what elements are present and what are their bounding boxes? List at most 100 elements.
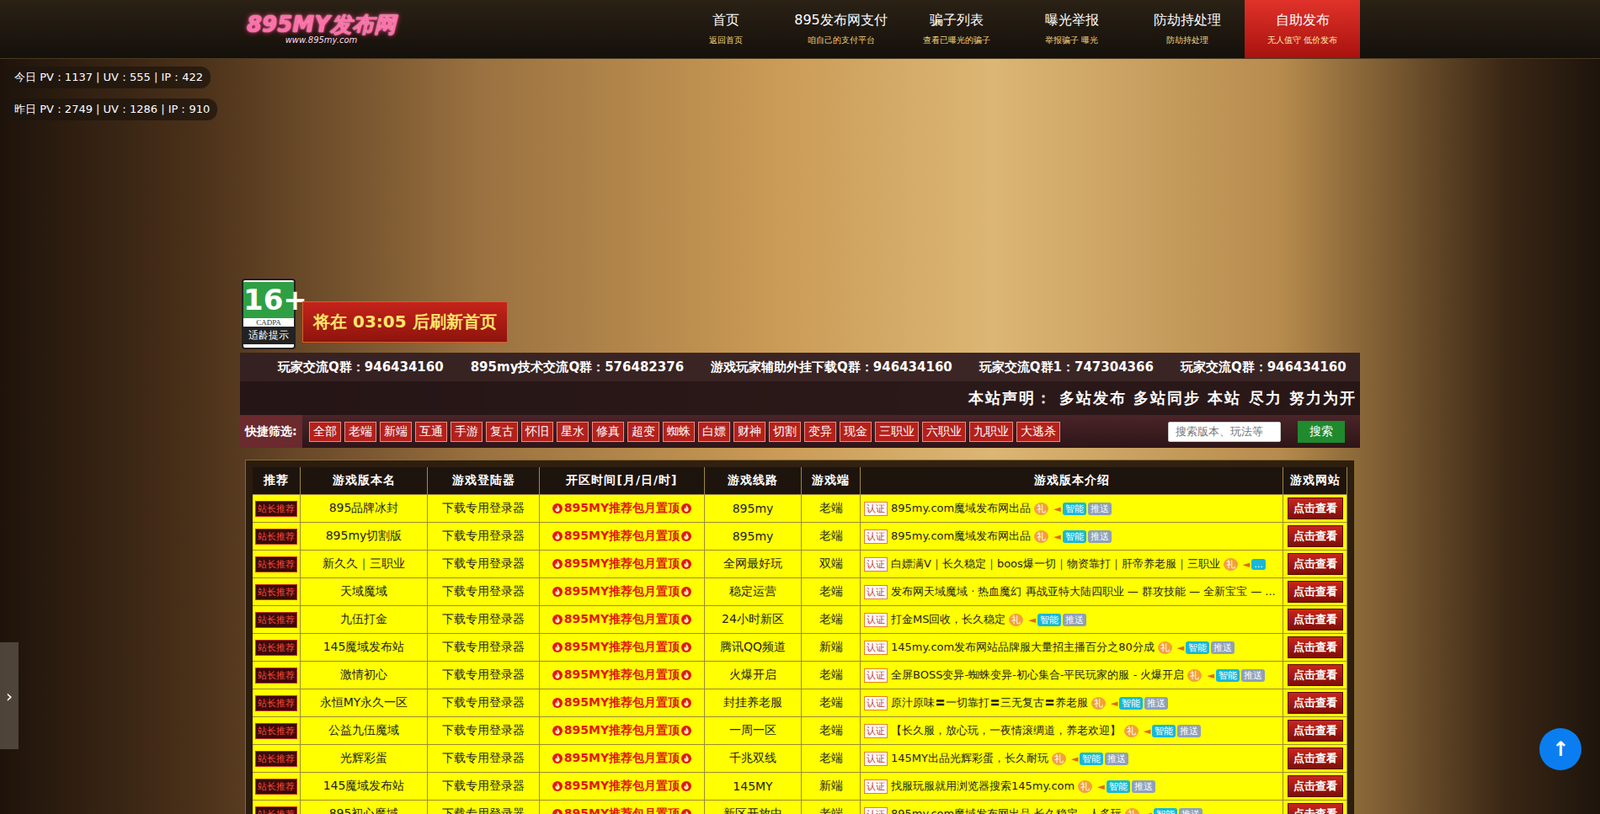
filter-chips: 全部老端新端互通手游复古怀旧星水修真超变蜘蛛白嫖财神切割变异现金三职业六职业九职… xyxy=(309,421,1162,443)
verified-tag: 认证 xyxy=(864,557,888,572)
table-row[interactable]: 站长推荐145魔域发布站下载专用登录器895MY推荐包月置顶145MY新端认证找… xyxy=(252,773,1348,801)
filter-chip[interactable]: 九职业 xyxy=(969,421,1014,443)
recommend-badge: 站长推荐 xyxy=(255,640,298,656)
view-button[interactable]: 点击查看 xyxy=(1287,803,1344,814)
qq-group[interactable]: 玩家交流Q群1：747304366 xyxy=(979,359,1154,376)
filter-chip[interactable]: 修真 xyxy=(592,421,624,443)
fire-icon xyxy=(552,725,563,736)
view-button[interactable]: 点击查看 xyxy=(1287,581,1344,603)
line-cell: 全网最好玩 xyxy=(704,550,802,579)
launcher-cell[interactable]: 下载专用登录器 xyxy=(427,550,540,579)
action-cell: 点击查看 xyxy=(1283,606,1348,635)
intro-cell: 认证白嫖满V｜长久稳定｜boos爆一切｜物资靠打｜肝帝养老服｜三职业礼◄... xyxy=(860,550,1284,579)
view-button[interactable]: 点击查看 xyxy=(1287,553,1344,576)
filter-chip[interactable]: 全部 xyxy=(309,421,342,443)
view-button[interactable]: 点击查看 xyxy=(1287,747,1344,770)
qq-group[interactable]: 895my技术交流Q群：576482376 xyxy=(470,359,684,376)
table-row[interactable]: 站长推荐激情初心下载专用登录器895MY推荐包月置顶火爆开启老端认证全屏BOSS… xyxy=(252,661,1348,690)
launcher-cell[interactable]: 下载专用登录器 xyxy=(427,661,540,690)
table-row[interactable]: 站长推荐九伍打金下载专用登录器895MY推荐包月置顶24小时新区老端认证打金MS… xyxy=(252,606,1348,635)
filter-chip[interactable]: 怀旧 xyxy=(521,421,554,443)
view-button[interactable]: 点击查看 xyxy=(1287,608,1344,631)
qq-group[interactable]: 游戏玩家辅助外挂下载Q群：946434160 xyxy=(710,359,953,376)
time-cell: 895MY推荐包月置顶 xyxy=(539,634,705,662)
intro-cell: 认证145my.com发布网站品牌服大量招主播百分之80分成礼◄智能推送 xyxy=(860,634,1284,662)
filter-chip[interactable]: 新端 xyxy=(379,421,412,443)
fire-icon xyxy=(552,586,563,598)
feature-tag: 智能 xyxy=(1037,613,1062,627)
client-cell: 老端 xyxy=(801,578,861,607)
launcher-cell[interactable]: 下载专用登录器 xyxy=(427,606,540,635)
view-button[interactable]: 点击查看 xyxy=(1287,720,1344,742)
back-to-top-button[interactable]: ↑ xyxy=(1539,728,1582,771)
table-row[interactable]: 站长推荐永恒MY永久一区下载专用登录器895MY推荐包月置顶封挂养老服老端认证原… xyxy=(252,689,1348,718)
qq-group[interactable]: 玩家交流Q群：946434160 xyxy=(277,359,444,376)
launcher-cell[interactable]: 下载专用登录器 xyxy=(427,717,540,746)
filter-chip[interactable]: 变异 xyxy=(804,421,837,443)
view-button[interactable]: 点击查看 xyxy=(1287,636,1344,659)
launcher-cell[interactable]: 下载专用登录器 xyxy=(427,522,540,551)
filter-chip[interactable]: 互通 xyxy=(415,421,448,443)
filter-chip[interactable]: 超变 xyxy=(627,421,660,443)
search-input[interactable] xyxy=(1168,421,1281,443)
name-cell: 公益九伍魔域 xyxy=(300,717,428,746)
filter-chip[interactable]: 大逃杀 xyxy=(1016,421,1061,443)
filter-chip[interactable]: 白嫖 xyxy=(698,421,731,443)
fire-icon xyxy=(681,725,692,736)
table-row[interactable]: 站长推荐天域魔域下载专用登录器895MY推荐包月置顶稳定运营老端认证发布网天域魔… xyxy=(252,578,1348,607)
feature-tag: 推送 xyxy=(1088,530,1112,544)
verified-tag: 认证 xyxy=(864,807,888,814)
nav-item[interactable]: 防劫持处理防劫持处理 xyxy=(1129,0,1245,59)
table-row[interactable]: 站长推荐光辉彩蛋下载专用登录器895MY推荐包月置顶千兆双线老端认证145MY出… xyxy=(252,745,1348,774)
filter-chip[interactable]: 六职业 xyxy=(922,421,966,443)
side-drawer-tab[interactable]: › xyxy=(0,642,19,750)
filter-chip[interactable]: 星水 xyxy=(556,421,589,443)
table-row[interactable]: 站长推荐895初心魔域下载专用登录器895MY推荐包月置顶新区开放中老端认证89… xyxy=(252,800,1348,814)
table-row[interactable]: 站长推荐新久久｜三职业下载专用登录器895MY推荐包月置顶全网最好玩双端认证白嫖… xyxy=(252,550,1348,579)
time-text: 895MY推荐包月置顶 xyxy=(564,806,680,814)
search-button[interactable]: 搜索 xyxy=(1297,421,1345,443)
server-table-frame: 推荐游戏版本名游戏登陆器开区时间[月/日/时]游戏线路游戏端游戏版本介绍游戏网站… xyxy=(245,459,1355,814)
feature-tag: 推送 xyxy=(1178,808,1203,814)
filter-chip[interactable]: 切割 xyxy=(768,421,801,443)
filter-chip[interactable]: 蜘蛛 xyxy=(662,421,695,443)
view-button[interactable]: 点击查看 xyxy=(1287,692,1344,715)
site-logo[interactable]: 895MY发布网www.895my.com xyxy=(240,13,396,46)
table-row[interactable]: 站长推荐895my切割版下载专用登录器895MY推荐包月置顶895my老端认证8… xyxy=(252,522,1348,551)
client-cell: 老端 xyxy=(801,745,861,774)
filter-chip[interactable]: 复古 xyxy=(485,421,518,443)
time-text: 895MY推荐包月置顶 xyxy=(564,778,680,795)
launcher-cell[interactable]: 下载专用登录器 xyxy=(427,800,540,814)
view-button[interactable]: 点击查看 xyxy=(1287,497,1344,520)
filter-chip[interactable]: 现金 xyxy=(839,421,872,443)
nav-subtitle: 举报骗子 曝光 xyxy=(1045,34,1099,47)
nav-item[interactable]: 首页返回首页 xyxy=(667,0,784,59)
table-row[interactable]: 站长推荐公益九伍魔域下载专用登录器895MY推荐包月置顶一周一区老端认证【长久服… xyxy=(252,717,1348,746)
line-cell: 一周一区 xyxy=(704,717,802,746)
table-row[interactable]: 站长推荐895品牌冰封下载专用登录器895MY推荐包月置顶895my老端认证89… xyxy=(252,495,1348,523)
nav-item[interactable]: 骗子列表查看已曝光的骗子 xyxy=(898,0,1014,59)
launcher-cell[interactable]: 下载专用登录器 xyxy=(427,689,540,718)
filter-chip[interactable]: 财神 xyxy=(733,421,766,443)
qq-group[interactable]: 玩家交流Q群：946434160 xyxy=(1180,359,1347,376)
view-button[interactable]: 点击查看 xyxy=(1287,664,1344,687)
filter-chip[interactable]: 老端 xyxy=(344,421,377,443)
launcher-cell[interactable]: 下载专用登录器 xyxy=(427,578,540,607)
action-cell: 点击查看 xyxy=(1283,634,1348,662)
view-button[interactable]: 点击查看 xyxy=(1287,775,1344,798)
launcher-cell[interactable]: 下载专用登录器 xyxy=(427,773,540,801)
launcher-cell[interactable]: 下载专用登录器 xyxy=(427,634,540,662)
filter-chip[interactable]: 三职业 xyxy=(874,421,919,443)
time-text: 895MY推荐包月置顶 xyxy=(564,501,680,517)
launcher-cell[interactable]: 下载专用登录器 xyxy=(427,495,540,523)
nav-item[interactable]: 895发布网支付咱自己的支付平台 xyxy=(783,0,899,59)
fire-icon xyxy=(681,698,692,709)
filter-chip[interactable]: 手游 xyxy=(450,421,483,443)
nav-subtitle: 返回首页 xyxy=(709,34,743,47)
launcher-cell[interactable]: 下载专用登录器 xyxy=(427,745,540,774)
view-button[interactable]: 点击查看 xyxy=(1287,525,1344,548)
feature-tag: 礼 xyxy=(1157,641,1173,655)
nav-item[interactable]: 自助发布无人值守 低价发布 xyxy=(1244,0,1360,59)
table-row[interactable]: 站长推荐145魔域发布站下载专用登录器895MY推荐包月置顶腾讯QQ频道新端认证… xyxy=(252,634,1348,662)
nav-item[interactable]: 曝光举报举报骗子 曝光 xyxy=(1013,0,1130,59)
